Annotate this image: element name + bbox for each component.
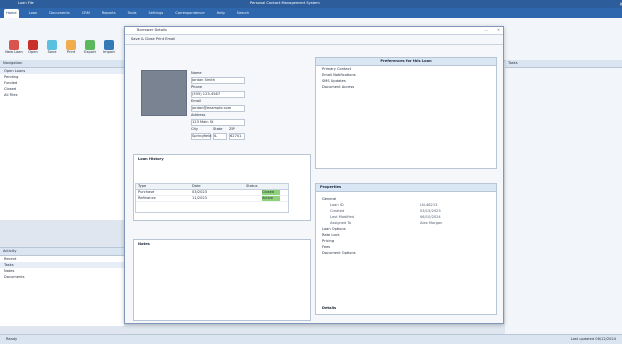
- address-label: Address: [191, 113, 206, 117]
- tab-settings[interactable]: Settings: [147, 11, 166, 15]
- ribbon-tabs: Home Loan Documents CRM Reports Tools Se…: [0, 8, 622, 18]
- properties-tree: General Loan ID LN-48213 Created 03/15/202…: [322, 196, 494, 256]
- tab-correspondence[interactable]: Correspondence: [173, 11, 206, 15]
- properties-title: Properties: [316, 184, 496, 192]
- properties-panel: Properties General Loan ID LN-48213 Creat…: [315, 183, 497, 315]
- notes-panel[interactable]: Notes: [133, 239, 311, 321]
- title-bar: Loan File Personal Contact Management Sy…: [0, 0, 622, 8]
- save-icon: [47, 40, 57, 50]
- tab-help[interactable]: Help: [215, 11, 227, 15]
- phone-field[interactable]: (555) 123-4567: [191, 91, 245, 98]
- name-field[interactable]: Jordan Smith: [191, 77, 245, 84]
- state-field[interactable]: IL: [213, 133, 227, 140]
- preferences-title: Preferences for this Loan: [316, 58, 496, 66]
- city-field[interactable]: Springfield: [191, 133, 211, 140]
- app-title: Loan File: [18, 1, 34, 5]
- address-field[interactable]: 123 Main St: [191, 119, 245, 126]
- prop-item[interactable]: Document Options: [322, 250, 494, 256]
- export-icon: [85, 40, 95, 50]
- dialog-title: Borrower Details: [125, 27, 503, 35]
- dialog-close-icon[interactable]: ✕: [497, 28, 500, 32]
- preferences-row[interactable]: Document Access: [316, 84, 496, 90]
- properties-footer: Details: [322, 306, 337, 310]
- preferences-panel: Preferences for this Loan Primary Contac…: [315, 57, 497, 169]
- dialog-controls[interactable]: — ✕: [484, 28, 500, 32]
- name-label: Name: [191, 71, 202, 75]
- email-field[interactable]: jordan@example.com: [191, 105, 245, 112]
- email-label: Email: [191, 99, 201, 103]
- city-label: City: [191, 127, 199, 131]
- activity-title: Activity: [0, 248, 124, 256]
- activity-item[interactable]: Documents: [0, 274, 124, 280]
- tab-crm[interactable]: CRM: [80, 11, 92, 15]
- state-label: State: [213, 127, 223, 131]
- open-icon: [28, 40, 38, 50]
- notes-title: Notes: [138, 242, 150, 246]
- dialog-toolbar[interactable]: Save & Close Print Email: [125, 35, 503, 45]
- nav-item[interactable]: All Files: [0, 92, 124, 98]
- activity-panel: Activity Recent Tasks Notes Documents: [0, 247, 124, 326]
- tab-reports[interactable]: Reports: [100, 11, 118, 15]
- print-icon: [66, 40, 76, 50]
- tab-home[interactable]: Home: [4, 9, 19, 18]
- import-icon: [104, 40, 114, 50]
- grid-row[interactable]: Refinance 11/2023 Active: [136, 196, 288, 202]
- tasks-title: Tasks: [505, 60, 622, 68]
- loan-history-title: Loan History: [138, 157, 164, 161]
- tasks-pane: Tasks: [505, 60, 622, 334]
- status-left: Ready: [6, 337, 18, 341]
- zip-field[interactable]: 62701: [229, 133, 245, 140]
- dialog-minimize-icon[interactable]: —: [484, 28, 488, 32]
- tab-loan[interactable]: Loan: [27, 11, 40, 15]
- zip-label: ZIP: [229, 127, 235, 131]
- navigation-panel: Navigation Open Loans Pending Funded Clo…: [0, 60, 125, 220]
- phone-label: Phone: [191, 85, 203, 89]
- loan-history-grid: Type Date Status Purchase 03/2023 Closed…: [135, 183, 289, 213]
- tab-documents[interactable]: Documents: [47, 11, 72, 15]
- status-right: Last updated 06/12/2024: [570, 337, 616, 341]
- tab-tools[interactable]: Tools: [126, 11, 139, 15]
- borrower-photo: [141, 70, 187, 116]
- tab-search[interactable]: Search: [235, 11, 251, 15]
- borrower-dialog: Borrower Details Save & Close Print Emai…: [124, 26, 504, 324]
- window-title: Personal Contact Management System: [250, 1, 320, 5]
- status-badge: Closed: [262, 190, 280, 195]
- new-loan-icon: [9, 40, 19, 50]
- navigation-title: Navigation: [0, 60, 124, 68]
- status-badge: Active: [262, 196, 280, 201]
